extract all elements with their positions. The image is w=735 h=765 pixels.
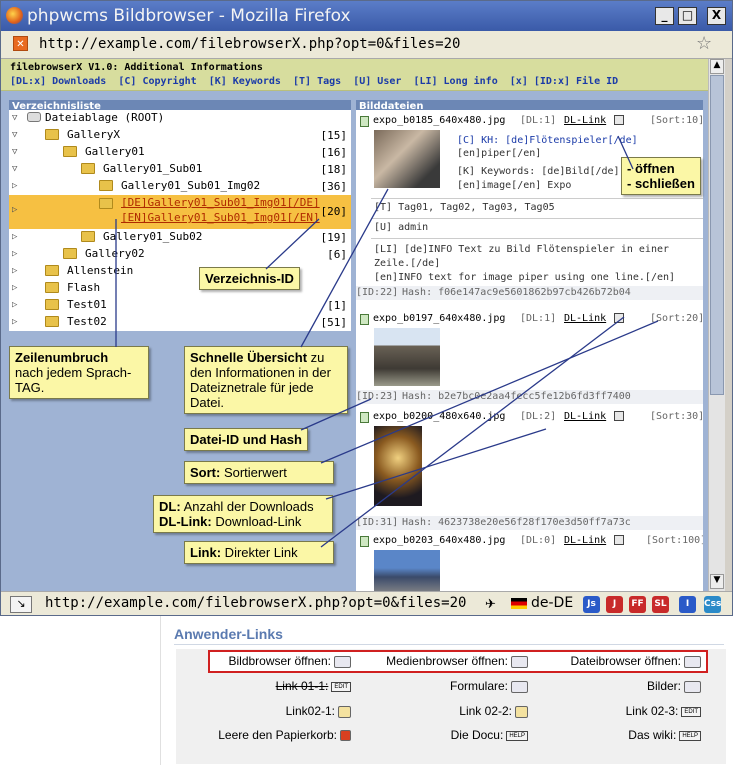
browser-icon bbox=[684, 655, 701, 668]
minimize-button[interactable]: _ bbox=[655, 7, 674, 25]
pencil-icon bbox=[338, 705, 351, 718]
silverlight-icon[interactable]: SL bbox=[652, 596, 669, 613]
flag-de-icon bbox=[511, 598, 527, 609]
bookmark-star-icon[interactable]: ☆ bbox=[696, 33, 712, 54]
callout-pointers bbox=[115, 135, 659, 548]
site-favicon: ✕ bbox=[13, 36, 28, 51]
link-cell[interactable]: Formulare: bbox=[356, 679, 528, 693]
link-cell[interactable]: Das wiki: HELP bbox=[531, 728, 701, 742]
window-title: phpwcms Bildbrowser - Mozilla Firefox bbox=[27, 6, 351, 26]
firefox-icon bbox=[6, 7, 23, 24]
link-cell[interactable]: Dateibrowser öffnen: bbox=[531, 654, 701, 668]
java-icon[interactable]: J bbox=[606, 596, 623, 613]
pencil-icon bbox=[515, 705, 528, 718]
page-content: filebrowserX V1.0: Additional Informatio… bbox=[1, 59, 708, 591]
flash-icon[interactable]: FF bbox=[629, 596, 646, 613]
link-cell[interactable]: Link 01-1: EDIT bbox=[181, 679, 351, 693]
scroll-up-icon[interactable]: ▲ bbox=[710, 59, 724, 74]
help-badge: HELP bbox=[679, 730, 701, 741]
address-bar: ✕ http://example.com/filebrowserX.php?op… bbox=[1, 31, 732, 59]
images-icon[interactable]: I bbox=[679, 596, 696, 613]
cursor-icon[interactable]: ↘ bbox=[10, 596, 32, 613]
help-badge: HELP bbox=[506, 730, 528, 741]
title-bar: phpwcms Bildbrowser - Mozilla Firefox _ … bbox=[1, 1, 732, 31]
status-bar: ↘ http://example.com/filebrowserX.php?op… bbox=[1, 591, 732, 615]
language-label[interactable]: de-DE bbox=[531, 595, 573, 611]
scroll-down-icon[interactable]: ▼ bbox=[710, 574, 724, 589]
link-cell[interactable]: Bilder: bbox=[531, 679, 701, 693]
user-links-panel: Anwender-Links Bildbrowser öffnen: Medie… bbox=[160, 616, 735, 765]
close-button[interactable]: X bbox=[707, 7, 726, 25]
maximize-button[interactable]: □ bbox=[678, 7, 697, 25]
status-url: http://example.com/filebrowserX.php?opt=… bbox=[45, 595, 467, 611]
link-cell[interactable]: Leere den Papierkorb: bbox=[181, 728, 351, 742]
browser-icon bbox=[334, 655, 351, 668]
link-cell[interactable]: Link02-1: bbox=[181, 704, 351, 718]
link-cell[interactable]: Medienbrowser öffnen: bbox=[356, 654, 528, 668]
browser-icon bbox=[511, 655, 528, 668]
trash-icon bbox=[340, 730, 351, 742]
js-icon[interactable]: Js bbox=[583, 596, 600, 613]
edit-badge: EDIT bbox=[331, 681, 351, 692]
vertical-scrollbar[interactable]: ▲ ▼ bbox=[708, 59, 725, 591]
panel-title: Anwender-Links bbox=[174, 626, 283, 642]
css-icon[interactable]: Css bbox=[704, 596, 721, 613]
browser-icon bbox=[684, 680, 701, 693]
link-cell[interactable]: Die Docu: HELP bbox=[356, 728, 528, 742]
link-cell[interactable]: Bildbrowser öffnen: bbox=[181, 654, 351, 668]
link-cell[interactable]: Link 02-2: bbox=[356, 704, 528, 718]
url-field[interactable]: http://example.com/filebrowserX.php?opt=… bbox=[39, 36, 460, 52]
scroll-thumb[interactable] bbox=[710, 75, 724, 395]
link-cell[interactable]: Link 02-3: EDIT bbox=[531, 704, 701, 718]
edit-badge: EDIT bbox=[681, 706, 701, 717]
browser-window: phpwcms Bildbrowser - Mozilla Firefox _ … bbox=[0, 0, 733, 616]
addon-icon[interactable]: ✈ bbox=[485, 597, 496, 612]
browser-icon bbox=[511, 680, 528, 693]
